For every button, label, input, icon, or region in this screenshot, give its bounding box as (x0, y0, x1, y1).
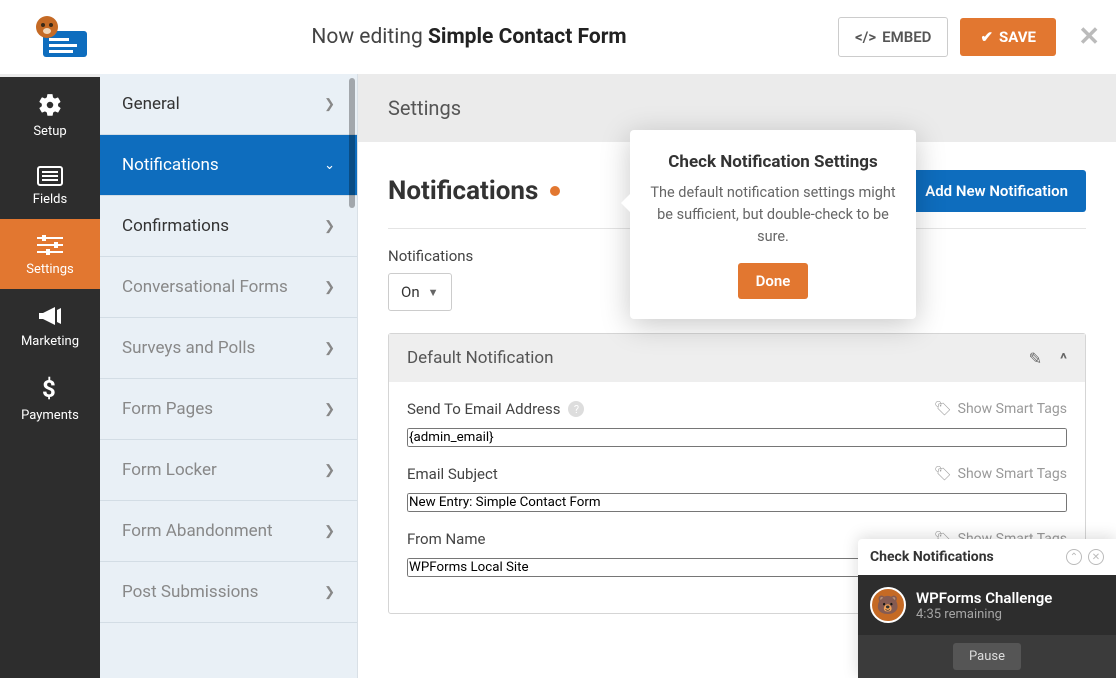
top-bar: Now editing Simple Contact Form </> EMBE… (0, 0, 1116, 74)
sidebar-tab-label: Settings (0, 262, 100, 277)
challenge-header: Check Notifications (870, 549, 994, 565)
settings-sidebar: General ❯ Notifications ⌄ Confirmations … (100, 74, 358, 678)
challenge-avatar-icon: 🐻 (870, 587, 906, 623)
chevron-right-icon: ❯ (324, 97, 335, 112)
save-label: SAVE (999, 28, 1036, 46)
settings-item-label: Form Locker (122, 460, 217, 480)
editing-title: Now editing Simple Contact Form (100, 25, 838, 49)
section-heading-text: Notifications (388, 176, 538, 206)
subject-input[interactable] (407, 493, 1067, 512)
challenge-remaining: 4:35 remaining (916, 607, 1052, 622)
show-smart-tags-link[interactable]: 🏷 Show Smart Tags (934, 401, 1067, 417)
done-button[interactable]: Done (738, 263, 809, 299)
embed-button[interactable]: </> EMBED (838, 17, 948, 57)
sidebar-tab-label: Fields (0, 192, 100, 207)
settings-item-post-submissions[interactable]: Post Submissions ❯ (100, 562, 357, 623)
svg-text:$: $ (42, 376, 56, 402)
settings-item-label: Form Abandonment (122, 521, 273, 541)
pencil-icon[interactable]: ✎ (1029, 349, 1042, 368)
sidebar-tab-setup[interactable]: Setup (0, 77, 100, 151)
close-icon[interactable]: ✕ (1088, 549, 1104, 565)
settings-item-label: Notifications (122, 155, 219, 175)
check-icon: ✔ (980, 28, 993, 46)
chevron-up-icon[interactable]: ^ (1060, 349, 1067, 368)
subject-label: Email Subject (407, 465, 498, 483)
sidebar-tab-label: Marketing (0, 334, 100, 349)
sidebar-tab-settings[interactable]: Settings (0, 219, 100, 289)
check-notification-popover: Check Notification Settings The default … (630, 130, 916, 319)
settings-item-general[interactable]: General ❯ (100, 74, 357, 135)
settings-item-form-abandonment[interactable]: Form Abandonment ❯ (100, 501, 357, 562)
chevron-right-icon: ❯ (324, 402, 335, 417)
list-icon (37, 166, 63, 186)
send-to-input[interactable] (407, 428, 1067, 447)
chevron-right-icon: ❯ (324, 219, 335, 234)
settings-item-label: General (122, 94, 180, 114)
chevron-right-icon: ❯ (324, 585, 335, 600)
popover-body: The default notification settings might … (650, 182, 896, 247)
challenge-widget: Check Notifications ⌃ ✕ 🐻 WPForms Challe… (858, 539, 1116, 678)
tag-icon: 🏷 (934, 401, 952, 417)
gear-icon (37, 92, 63, 118)
settings-item-conversational-forms[interactable]: Conversational Forms ❯ (100, 257, 357, 318)
wpforms-logo (24, 13, 100, 61)
chevron-right-icon: ❯ (324, 524, 335, 539)
bullhorn-icon (37, 304, 63, 328)
settings-item-surveys-polls[interactable]: Surveys and Polls ❯ (100, 318, 357, 379)
notifications-toggle-value: On (401, 283, 420, 301)
chevron-right-icon: ❯ (324, 463, 335, 478)
sidebar-tab-marketing[interactable]: Marketing (0, 289, 100, 361)
send-to-label: Send To Email Address ? (407, 400, 584, 418)
chevron-right-icon: ❯ (324, 280, 335, 295)
form-name: Simple Contact Form (428, 25, 627, 49)
tag-icon: 🏷 (934, 466, 952, 482)
settings-item-label: Confirmations (122, 216, 229, 236)
notifications-toggle-select[interactable]: On ▼ (388, 273, 452, 311)
settings-item-label: Post Submissions (122, 582, 258, 602)
challenge-title: WPForms Challenge (916, 589, 1052, 607)
settings-item-label: Surveys and Polls (122, 338, 255, 358)
attention-dot-icon (550, 186, 560, 196)
pause-button[interactable]: Pause (953, 643, 1021, 670)
minimize-icon[interactable]: ⌃ (1066, 549, 1082, 565)
embed-label: EMBED (882, 28, 931, 46)
dollar-icon: $ (42, 376, 58, 402)
sidebar-tab-payments[interactable]: $ Payments (0, 361, 100, 435)
settings-item-form-locker[interactable]: Form Locker ❯ (100, 440, 357, 501)
chevron-down-icon: ⌄ (324, 158, 335, 173)
settings-item-confirmations[interactable]: Confirmations ❯ (100, 196, 357, 257)
save-button[interactable]: ✔ SAVE (960, 18, 1056, 56)
scrollbar-thumb[interactable] (349, 78, 355, 208)
from-name-label: From Name (407, 530, 485, 548)
show-smart-tags-link[interactable]: 🏷 Show Smart Tags (934, 466, 1067, 482)
code-icon: </> (855, 28, 876, 46)
card-header: Default Notification ✎ ^ (389, 334, 1085, 382)
sliders-icon (37, 234, 63, 256)
primary-sidebar: Setup Fields Settings Marketing $ Paymen… (0, 77, 100, 678)
sidebar-tab-label: Payments (0, 408, 100, 423)
editing-prefix: Now editing (311, 25, 428, 49)
settings-item-label: Conversational Forms (122, 277, 288, 297)
chevron-right-icon: ❯ (324, 341, 335, 356)
help-icon[interactable]: ? (568, 401, 584, 417)
popover-title: Check Notification Settings (650, 152, 896, 172)
settings-item-label: Form Pages (122, 399, 213, 419)
section-heading: Notifications (388, 176, 560, 206)
chevron-down-icon: ▼ (428, 286, 439, 299)
settings-item-notifications[interactable]: Notifications ⌄ (100, 135, 357, 196)
settings-item-form-pages[interactable]: Form Pages ❯ (100, 379, 357, 440)
sidebar-tab-label: Setup (0, 124, 100, 139)
close-icon[interactable]: ✕ (1062, 22, 1116, 52)
sidebar-tab-fields[interactable]: Fields (0, 151, 100, 219)
add-notification-button[interactable]: Add New Notification (907, 170, 1086, 212)
card-title: Default Notification (407, 348, 553, 368)
